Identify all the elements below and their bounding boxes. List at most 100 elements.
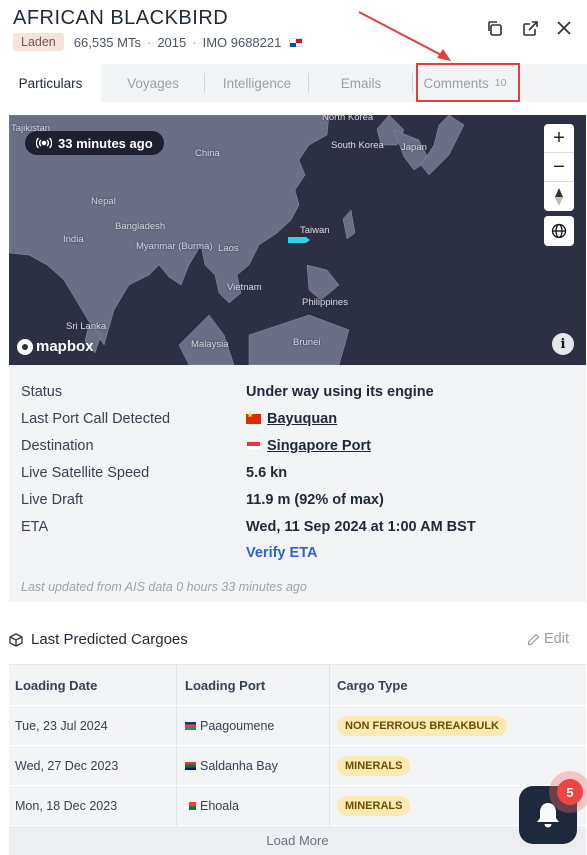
zoom-out-button[interactable]: − xyxy=(544,153,574,182)
column-divider xyxy=(329,786,330,826)
cargo-type-badge: NON FERROUS BREAKBULK xyxy=(337,716,507,736)
copy-icon[interactable] xyxy=(484,18,504,38)
tab-emails[interactable]: Emails xyxy=(309,64,413,102)
cargoes-section-title: Last Predicted Cargoes xyxy=(9,631,188,648)
dwt-value: 66,535 MTs xyxy=(73,34,141,50)
cargoes-title: Last Predicted Cargoes xyxy=(31,631,188,648)
cube-icon xyxy=(9,632,23,647)
tab-comments[interactable]: Comments 10 xyxy=(413,64,517,102)
draft-label: Live Draft xyxy=(21,492,84,508)
loading-date: Wed, 27 Dec 2023 xyxy=(15,759,119,773)
tab-label: Voyages xyxy=(127,75,179,91)
destination-link[interactable]: Singapore Port xyxy=(267,438,371,454)
build-year: 2015 xyxy=(157,34,187,50)
column-divider xyxy=(176,665,177,706)
tab-bar: Particulars Voyages Intelligence Emails … xyxy=(0,64,587,102)
last-position-time: 33 minutes ago xyxy=(58,135,153,151)
compass-icon xyxy=(555,187,563,206)
comments-count: 10 xyxy=(494,77,507,89)
vessel-name: AFRICAN BLACKBIRD xyxy=(13,7,229,29)
last-position-pill: 33 minutes ago xyxy=(25,131,164,155)
destination-label: Destination xyxy=(21,438,94,454)
column-divider xyxy=(329,706,330,746)
vessel-map[interactable]: Tajikistan North Korea South Korea Japan… xyxy=(9,115,586,365)
loading-port: Ehoala xyxy=(185,786,239,826)
status-label: Status xyxy=(21,384,63,400)
last-port-link[interactable]: Bayuquan xyxy=(267,411,337,427)
cargo-type: NON FERROUS BREAKBULK xyxy=(337,706,507,746)
tab-label: Particulars xyxy=(18,75,83,91)
mapbox-logo: mapbox xyxy=(17,338,94,355)
tab-label: Intelligence xyxy=(222,75,292,91)
pencil-icon xyxy=(527,633,540,645)
vessel-position-icon[interactable] xyxy=(288,236,310,244)
column-header: Cargo Type xyxy=(337,678,408,693)
mapbox-label: mapbox xyxy=(36,338,94,355)
globe-button[interactable] xyxy=(544,216,574,246)
column-divider xyxy=(176,746,177,786)
column-header: Loading Date xyxy=(15,678,98,693)
zoom-in-button[interactable]: + xyxy=(544,124,574,153)
column-divider xyxy=(329,746,330,786)
panama-flag-icon xyxy=(289,37,303,47)
eta-value: Wed, 11 Sep 2024 at 1:00 AM BST xyxy=(246,519,476,535)
china-flag-icon xyxy=(246,411,261,424)
zoom-controls: + − xyxy=(544,124,574,211)
external-link-icon[interactable] xyxy=(520,18,540,38)
tab-particulars[interactable]: Particulars xyxy=(0,64,101,102)
tab-voyages[interactable]: Voyages xyxy=(101,64,205,102)
close-icon[interactable] xyxy=(554,18,574,38)
status-badge: Laden xyxy=(13,33,64,51)
tab-intelligence[interactable]: Intelligence xyxy=(205,64,309,102)
cargo-table-header: Loading Date Loading Port Cargo Type xyxy=(9,664,586,706)
cargo-type-badge: MINERALS xyxy=(337,756,411,776)
eta-label: ETA xyxy=(21,519,49,535)
separator: · xyxy=(146,34,152,50)
loading-port: Paagoumene xyxy=(185,706,274,746)
loading-date: Tue, 23 Jul 2024 xyxy=(15,719,108,733)
speed-value: 5.6 kn xyxy=(246,465,288,481)
loading-port-name: Ehoala xyxy=(200,799,239,813)
separator: · xyxy=(192,34,197,50)
table-row[interactable]: Mon, 18 Dec 2023 Ehoala MINERALS xyxy=(9,785,586,826)
cargo-type-badge: MINERALS xyxy=(337,796,411,816)
mapbox-icon xyxy=(17,338,33,355)
verify-eta-link[interactable]: Verify ETA xyxy=(246,545,317,561)
vessel-meta: Laden 66,535 MTs · 2015 · IMO 9688221 xyxy=(13,32,303,52)
column-divider xyxy=(329,665,330,706)
loading-port-name: Paagoumene xyxy=(200,719,275,733)
new-caledonia-flag-icon xyxy=(185,722,196,730)
column-divider xyxy=(176,706,177,746)
status-value: Under way using its engine xyxy=(246,384,434,400)
loading-date: Mon, 18 Dec 2023 xyxy=(15,799,118,813)
table-row[interactable]: Tue, 23 Jul 2024 Paagoumene NON FERROUS … xyxy=(9,705,586,746)
cargo-type: MINERALS xyxy=(337,786,411,826)
broadcast-icon xyxy=(36,137,52,149)
globe-icon xyxy=(551,223,567,239)
map-info-button[interactable]: i xyxy=(552,333,574,355)
load-more-button[interactable]: Load More xyxy=(9,826,586,855)
column-header: Loading Port xyxy=(185,678,266,693)
madagascar-flag-icon xyxy=(185,802,196,810)
table-row[interactable]: Wed, 27 Dec 2023 Saldanha Bay MINERALS xyxy=(9,745,586,786)
loading-port-name: Saldanha Bay xyxy=(200,759,278,773)
notification-count-badge: 5 xyxy=(557,779,583,805)
south-africa-flag-icon xyxy=(185,762,196,770)
edit-cargoes-button[interactable]: Edit xyxy=(527,631,569,647)
cargo-type: MINERALS xyxy=(337,746,411,786)
loading-port: Saldanha Bay xyxy=(185,746,278,786)
singapore-flag-icon xyxy=(246,441,261,451)
last-port-value: Bayuquan xyxy=(246,411,337,427)
compass-button[interactable] xyxy=(544,182,574,211)
vessel-header: AFRICAN BLACKBIRD Laden 66,535 MTs · 201… xyxy=(0,0,587,62)
tab-label: Emails xyxy=(340,75,382,91)
destination-value: Singapore Port xyxy=(246,438,371,454)
column-divider xyxy=(176,786,177,826)
speed-label: Live Satellite Speed xyxy=(21,465,150,481)
imo-number: IMO 9688221 xyxy=(202,34,282,50)
last-port-label: Last Port Call Detected xyxy=(21,411,171,427)
draft-value: 11.9 m (92% of max) xyxy=(246,492,384,508)
tab-label: Comments xyxy=(423,75,489,91)
last-updated-note: Last updated from AIS data 0 hours 33 mi… xyxy=(21,580,307,594)
edit-label: Edit xyxy=(544,631,569,647)
